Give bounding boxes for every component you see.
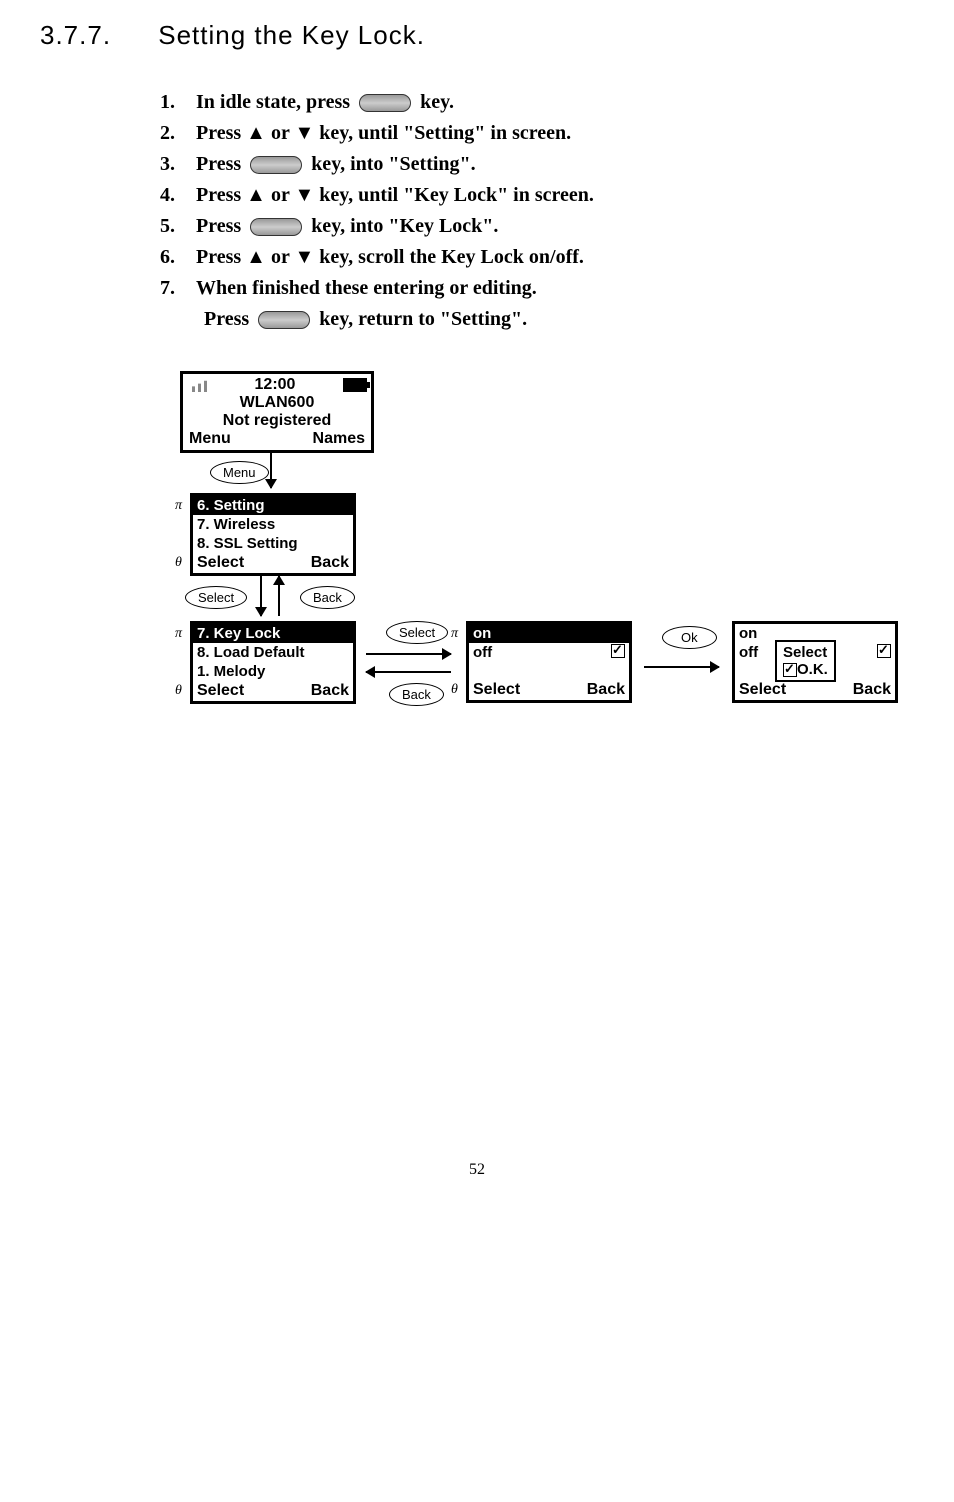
idle-soft-right: Names [313, 430, 365, 448]
theta-symbol: θ [451, 682, 458, 698]
menu-item-melody: 1. Melody [193, 662, 353, 681]
pi-symbol: π [175, 626, 182, 642]
menu-item-keylock: 7. Key Lock [193, 624, 353, 643]
select-button: Select [185, 586, 247, 609]
flow-diagram: 12:00 WLAN600 Not registered Menu Names … [170, 371, 914, 711]
menu2-soft-left: Select [197, 682, 244, 700]
menu2-soft-right: Back [311, 682, 349, 700]
step-2: 2. Press ▲ or ▼ key, until "Setting" in … [160, 122, 914, 145]
theta-symbol: θ [175, 683, 182, 699]
idle-time: 12:00 [255, 376, 296, 394]
menu-key-icon [250, 218, 302, 236]
section-number: 3.7.7. [40, 20, 150, 51]
idle-soft-left: Menu [189, 430, 231, 448]
main-menu-screen: π θ 6. Setting 7. Wireless 8. SSL Settin… [190, 493, 356, 576]
check-icon [783, 663, 797, 677]
signal-icon [187, 378, 207, 392]
popup-line2: O.K. [797, 661, 828, 678]
menu1-soft-left: Select [197, 554, 244, 572]
menu3-soft-left: Select [473, 681, 520, 699]
menu4-soft-left: Select [739, 681, 786, 699]
idle-screen: 12:00 WLAN600 Not registered Menu Names [180, 371, 374, 453]
step-6: 6. Press ▲ or ▼ key, scroll the Key Lock… [160, 246, 914, 269]
keylock-off-2: off [739, 644, 758, 661]
pi-symbol: π [175, 498, 182, 514]
menu3-soft-right: Back [587, 681, 625, 699]
battery-icon [343, 378, 367, 392]
section-title-text: Setting the Key Lock. [158, 20, 425, 50]
menu-item-load-default: 8. Load Default [193, 643, 353, 662]
step-1: 1. In idle state, press key. [160, 91, 914, 114]
check-icon [611, 644, 625, 658]
page-number: 52 [40, 1161, 914, 1179]
ok-button: Ok [662, 626, 717, 649]
menu-button: Menu [210, 461, 269, 484]
keylock-on: on [469, 624, 629, 643]
menu-key-icon [359, 94, 411, 112]
section-heading: 3.7.7. Setting the Key Lock. [40, 20, 914, 51]
menu-item-ssl: 8. SSL Setting [193, 534, 353, 553]
select-button-2: Select [386, 621, 448, 644]
menu-item-setting: 6. Setting [193, 496, 353, 515]
keylock-confirm-screen: on off Select Back Select O.K. [732, 621, 898, 703]
idle-device: WLAN600 [187, 394, 367, 412]
keylock-screen: π θ on off Select Back [466, 621, 632, 703]
step-7-sub: Press key, return to "Setting". [204, 308, 914, 331]
back-button: Back [300, 586, 355, 609]
step-3: 3. Press key, into "Setting". [160, 153, 914, 176]
pi-symbol: π [451, 626, 458, 642]
select-ok-popup: Select O.K. [775, 640, 836, 682]
menu-item-wireless: 7. Wireless [193, 515, 353, 534]
steps-list: 1. In idle state, press key. 2. Press ▲ … [160, 91, 914, 331]
check-icon [877, 644, 891, 658]
menu1-soft-right: Back [311, 554, 349, 572]
popup-line1: Select [783, 644, 828, 661]
menu-key-icon [250, 156, 302, 174]
step-5: 5. Press key, into "Key Lock". [160, 215, 914, 238]
step-4: 4. Press ▲ or ▼ key, until "Key Lock" in… [160, 184, 914, 207]
theta-symbol: θ [175, 555, 182, 571]
back-button-2: Back [389, 683, 444, 706]
step-7: 7. When finished these entering or editi… [160, 277, 914, 300]
menu-key-icon [258, 311, 310, 329]
setting-menu-screen: π θ 7. Key Lock 8. Load Default 1. Melod… [190, 621, 356, 704]
idle-status: Not registered [187, 412, 367, 430]
keylock-off: off [473, 644, 492, 661]
menu4-soft-right: Back [853, 681, 891, 699]
